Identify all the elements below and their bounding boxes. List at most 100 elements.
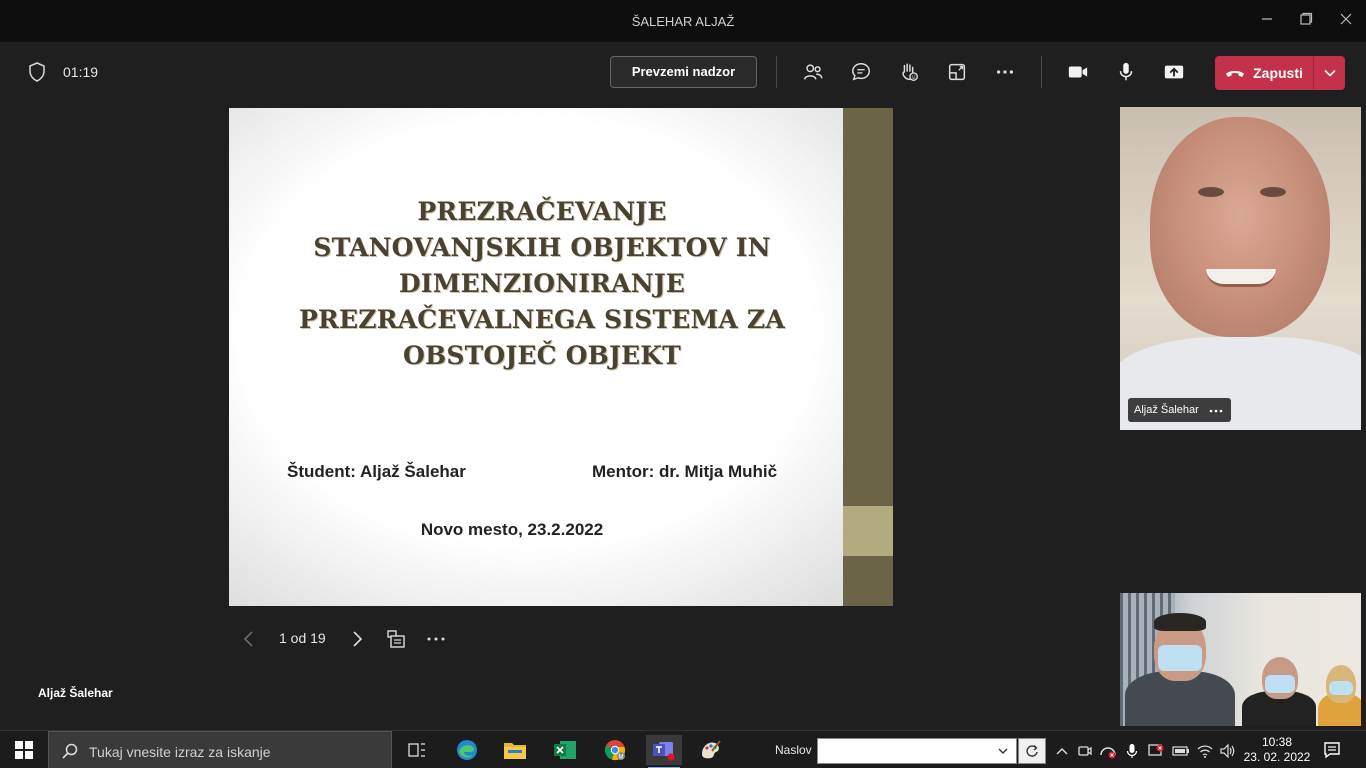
slide-place-date: Novo mesto, 23.2.2022 bbox=[420, 520, 604, 539]
wifi-icon bbox=[1197, 745, 1213, 758]
hang-up-icon bbox=[1226, 71, 1245, 77]
rooms-button[interactable] bbox=[943, 58, 971, 86]
slide-thumbnails-icon[interactable] bbox=[385, 628, 407, 650]
breakout-rooms-icon bbox=[948, 63, 966, 81]
excel-icon bbox=[554, 741, 576, 759]
camera-icon bbox=[1068, 66, 1088, 78]
tray-meet-now[interactable] bbox=[1076, 742, 1094, 760]
tray-volume[interactable] bbox=[1219, 742, 1237, 760]
chrome-icon: M bbox=[604, 740, 625, 761]
leave-meeting-control: Zapusti bbox=[1215, 56, 1345, 90]
video-call-icon bbox=[1078, 746, 1092, 756]
tray-wifi-network[interactable] bbox=[1147, 742, 1165, 760]
address-toolbar-label: Naslov bbox=[775, 743, 812, 757]
chevron-down-icon[interactable] bbox=[996, 744, 1010, 758]
raise-hand-icon bbox=[902, 63, 918, 81]
meeting-stage: PREZRAČEVANJE STANOVANJSKIH OBJEKTOV IN … bbox=[0, 102, 1116, 730]
address-input[interactable] bbox=[817, 738, 1017, 764]
chevron-up-icon bbox=[1056, 748, 1068, 755]
taskbar-teams[interactable] bbox=[646, 735, 682, 768]
windows-logo-icon bbox=[15, 741, 33, 759]
presenter-name: Aljaž Šalehar bbox=[38, 686, 113, 700]
video-eye bbox=[1198, 187, 1224, 197]
leave-button[interactable]: Zapusti bbox=[1215, 56, 1313, 90]
slide-navigation: 1 od 19 bbox=[229, 622, 529, 656]
start-button[interactable] bbox=[0, 731, 48, 768]
meeting-timer: 01:19 bbox=[63, 64, 99, 80]
microphone-icon bbox=[1126, 744, 1138, 758]
taskbar-chrome[interactable]: M bbox=[600, 735, 630, 765]
notifications-icon[interactable] bbox=[1322, 740, 1342, 760]
shield-icon[interactable] bbox=[28, 62, 46, 82]
chat-button[interactable] bbox=[847, 58, 875, 86]
taskbar-paint[interactable] bbox=[696, 735, 726, 765]
search-icon bbox=[62, 743, 78, 759]
teams-meeting-window: ŠALEHAR ALJAŽ 01:19 Prevzemi nadzor Zapu… bbox=[0, 0, 1366, 768]
network-warning-icon bbox=[1148, 744, 1164, 756]
maximize-button[interactable] bbox=[1294, 11, 1318, 31]
task-view-button[interactable] bbox=[402, 735, 432, 765]
teams-icon bbox=[653, 742, 675, 761]
edge-browser-icon bbox=[457, 740, 477, 760]
leave-options-button[interactable] bbox=[1313, 56, 1345, 90]
participants-button[interactable] bbox=[799, 58, 827, 86]
taskbar-file-explorer[interactable] bbox=[500, 735, 530, 765]
slide-more-icon[interactable] bbox=[425, 628, 447, 650]
more-options-icon[interactable] bbox=[1209, 400, 1223, 418]
taskbar-excel[interactable] bbox=[550, 735, 580, 765]
video-mouth bbox=[1206, 269, 1276, 287]
tray-microphone[interactable] bbox=[1123, 742, 1141, 760]
taskbar-clock[interactable]: 10:38 23. 02. 2022 bbox=[1240, 735, 1314, 765]
chevron-down-icon bbox=[1323, 69, 1336, 77]
slide-decor-block bbox=[843, 506, 893, 556]
chat-icon bbox=[852, 63, 870, 81]
face-mask bbox=[1265, 675, 1295, 693]
more-actions-button[interactable] bbox=[991, 58, 1019, 86]
face-mask bbox=[1158, 645, 1202, 671]
task-view-icon bbox=[408, 743, 425, 757]
title-bar: ŠALEHAR ALJAŽ bbox=[0, 0, 1366, 42]
tray-battery[interactable] bbox=[1172, 742, 1190, 760]
toolbar-divider bbox=[776, 56, 777, 88]
more-icon bbox=[996, 70, 1014, 74]
refresh-icon bbox=[1026, 745, 1038, 757]
next-slide-button[interactable] bbox=[347, 628, 367, 650]
reactions-button[interactable] bbox=[895, 58, 923, 86]
meeting-toolbar: 01:19 Prevzemi nadzor Zapusti bbox=[0, 42, 1366, 102]
close-icon bbox=[1340, 13, 1352, 25]
shared-slide: PREZRAČEVANJE STANOVANJSKIH OBJEKTOV IN … bbox=[229, 108, 893, 606]
share-content-button[interactable] bbox=[1160, 58, 1188, 86]
taskbar-edge[interactable] bbox=[452, 735, 482, 765]
gauge-warning-icon bbox=[1100, 747, 1116, 759]
toolbar-divider bbox=[1041, 56, 1042, 88]
clock-date: 23. 02. 2022 bbox=[1243, 750, 1311, 764]
microphone-button[interactable] bbox=[1112, 58, 1140, 86]
speaker-icon bbox=[1220, 743, 1235, 759]
address-go-button[interactable] bbox=[1018, 738, 1046, 764]
participant-name: Aljaž Šalehar bbox=[1134, 404, 1199, 416]
clock-time: 10:38 bbox=[1261, 735, 1293, 749]
microphone-icon bbox=[1119, 62, 1133, 81]
taskbar-search-box[interactable]: Tukaj vnesite izraz za iskanje bbox=[48, 731, 392, 768]
folder-icon bbox=[504, 743, 526, 759]
minimize-icon bbox=[1262, 18, 1272, 20]
close-button[interactable] bbox=[1334, 11, 1358, 31]
camera-button[interactable] bbox=[1064, 58, 1092, 86]
room-video-feed[interactable] bbox=[1120, 593, 1361, 726]
participant-name-tag[interactable]: Aljaž Šalehar bbox=[1128, 398, 1231, 422]
svg-text:M: M bbox=[619, 755, 624, 761]
restore-icon bbox=[1300, 12, 1313, 25]
tray-wifi[interactable] bbox=[1196, 742, 1214, 760]
tray-security[interactable] bbox=[1099, 742, 1117, 760]
minimize-button[interactable] bbox=[1255, 11, 1279, 31]
windows-taskbar: Tukaj vnesite izraz za iskanje M Naslov bbox=[0, 730, 1366, 768]
slide-counter: 1 od 19 bbox=[279, 630, 326, 646]
slide-mentor: Mentor: dr. Mitja Muhič bbox=[592, 462, 778, 481]
take-control-button[interactable]: Prevzemi nadzor bbox=[610, 56, 757, 88]
show-hidden-icons-button[interactable] bbox=[1053, 742, 1071, 760]
search-placeholder: Tukaj vnesite izraz za iskanje bbox=[89, 744, 271, 760]
participant-video-main[interactable] bbox=[1120, 107, 1361, 430]
previous-slide-button[interactable] bbox=[239, 628, 259, 650]
share-screen-icon bbox=[1164, 65, 1184, 79]
face-mask bbox=[1329, 681, 1353, 695]
